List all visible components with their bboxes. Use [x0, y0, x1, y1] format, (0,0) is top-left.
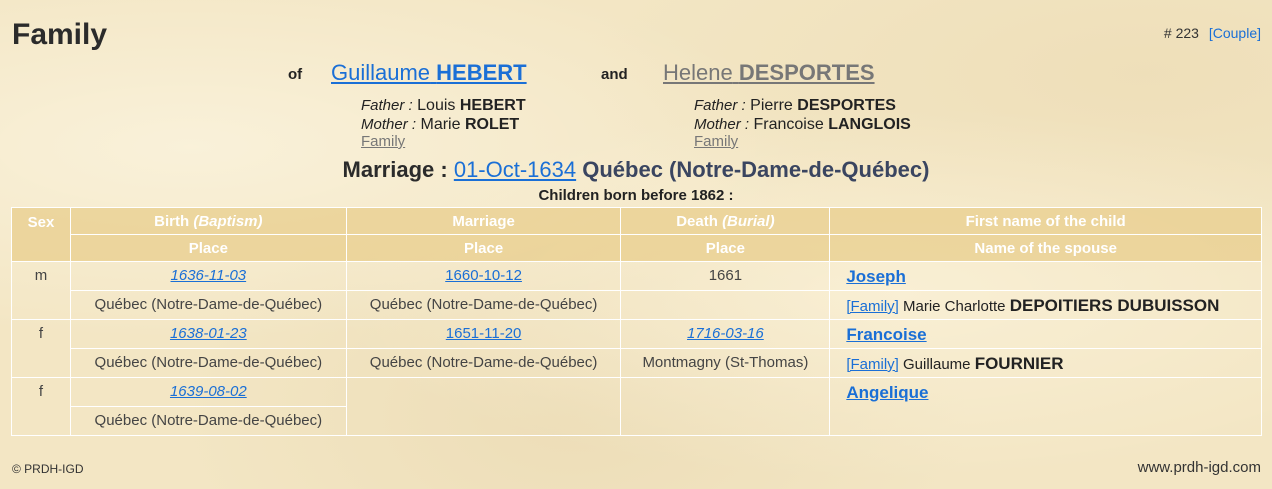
child-name-cell: Angelique [829, 377, 1262, 436]
birth-date-cell: 1636-11-03 [69, 261, 347, 291]
spouse-family-link[interactable]: [Family] [846, 356, 899, 373]
header-death: Death (Burial) [620, 207, 831, 235]
page-title: Family [12, 18, 108, 51]
marriage-empty-cell [345, 377, 622, 436]
death-empty-cell [620, 377, 831, 436]
marriage-date-cell: 1660-10-12 [345, 261, 622, 291]
marriage-date-cell: 1651-11-20 [345, 319, 622, 349]
child-sex: f [11, 377, 71, 436]
table-row: f 1639-08-02 Angelique [11, 377, 1262, 436]
birth-date-link[interactable]: 1639-08-02 [71, 378, 346, 400]
spouse-family-link[interactable]: [Family] [846, 298, 899, 315]
header-marriage-place: Place [345, 234, 622, 262]
table-row-detail: Québec (Notre-Dame-de-Québec) Québec (No… [12, 290, 1262, 320]
header-marriage: Marriage [345, 207, 622, 235]
child-name-link[interactable]: Joseph [846, 262, 1261, 287]
husband-link[interactable]: Guillaume HEBERT [331, 60, 527, 86]
child-name-cell: Joseph [829, 261, 1262, 291]
spouse-first-name: Marie Charlotte [902, 298, 1006, 315]
marriage-place: Québec (Notre-Dame-de-Québec) [345, 290, 622, 320]
birth-date-cell: 1639-08-02 [69, 377, 347, 407]
husband-parents-family-link[interactable]: Family [361, 134, 526, 149]
wife-first-name: Helene [663, 60, 733, 85]
header-first-name: First name of the child [829, 207, 1262, 235]
site-url: www.prdh-igd.com [1137, 459, 1261, 476]
wife-parents-family-link[interactable]: Family [694, 134, 911, 149]
birth-date-link[interactable]: 1636-11-03 [71, 262, 346, 284]
husband-last-name: HEBERT [436, 60, 527, 85]
husband-parents: Father : Louis HEBERT Mother : Marie ROL… [361, 96, 526, 149]
marriage-date-link[interactable]: 1651-11-20 [347, 320, 621, 342]
husband-first-name: Guillaume [331, 60, 431, 85]
table-row: f 1638-01-23 1651-11-20 1716-03-16 Franc… [11, 319, 1262, 378]
couple-link[interactable]: [Couple] [1209, 25, 1261, 41]
marriage-date-link[interactable]: 01-Oct-1634 [454, 157, 576, 182]
children-table: Sex Birth (Baptism) Marriage Death (Buri… [11, 207, 1262, 436]
wife-link[interactable]: Helene DESPORTES [663, 60, 875, 86]
spouses-row: of Guillaume HEBERT and Helene DESPORTES [0, 60, 1272, 90]
table-row: m 1636-11-03 1660-10-12 1661 Joseph [11, 261, 1262, 320]
death-date: 1661 [708, 267, 743, 284]
header-death-place: Place [620, 234, 831, 262]
birth-place: Québec (Notre-Dame-de-Québec) [69, 290, 347, 320]
spouse-last-name: DEPOITIERS DUBUISSON [1009, 296, 1220, 315]
marriage-info: Marriage : 01-Oct-1634 Québec (Notre-Dam… [0, 157, 1272, 183]
header-spouse: Name of the spouse [829, 234, 1262, 262]
child-sex: f [11, 319, 71, 378]
death-date-link[interactable]: 1716-03-16 [621, 320, 829, 342]
wife-mother: Mother : Francoise LANGLOIS [694, 116, 911, 133]
header-sex: Sex [11, 207, 71, 262]
of-label: of [288, 66, 303, 83]
children-caption: Children born before 1862 : [538, 187, 734, 204]
birth-place: Québec (Notre-Dame-de-Québec) [69, 406, 347, 436]
table-header-row: Sex Birth (Baptism) Marriage Death (Buri… [11, 207, 1262, 262]
husband-father: Father : Louis HEBERT [361, 97, 526, 114]
death-date-cell: 1716-03-16 [620, 319, 831, 349]
spouse-last-name: FOURNIER [974, 354, 1064, 373]
birth-place: Québec (Notre-Dame-de-Québec) [69, 348, 347, 378]
and-label: and [601, 66, 628, 83]
child-sex: m [11, 261, 71, 320]
wife-father: Father : Pierre DESPORTES [694, 97, 896, 114]
record-info: # 223 [Couple] [1164, 25, 1261, 41]
birth-date-cell: 1638-01-23 [69, 319, 347, 349]
death-date-cell: 1661 [620, 261, 831, 291]
wife-parents: Father : Pierre DESPORTES Mother : Franc… [694, 96, 911, 149]
table-subheader-row: Place Place Place Name of the spouse [12, 234, 1262, 262]
spouse-cell: [Family] Guillaume FOURNIER [829, 348, 1262, 378]
child-name-link[interactable]: Francoise [846, 320, 1261, 345]
record-number: # 223 [1163, 25, 1199, 41]
spouse-cell: [Family] Marie Charlotte DEPOITIERS DUBU… [829, 290, 1262, 320]
marriage-date-link[interactable]: 1660-10-12 [347, 262, 621, 284]
death-place: Montmagny (St-Thomas) [620, 348, 831, 378]
header-birth-place: Place [69, 234, 347, 262]
marriage-place: Québec (Notre-Dame-de-Québec) [345, 348, 622, 378]
child-name-cell: Francoise [829, 319, 1262, 349]
birth-date-link[interactable]: 1638-01-23 [71, 320, 346, 342]
husband-mother: Mother : Marie ROLET [361, 116, 520, 133]
spouse-first-name: Guillaume [902, 356, 971, 373]
copyright: © PRDH-IGD [12, 462, 84, 476]
marriage-place: Québec (Notre-Dame-de-Québec) [582, 157, 930, 182]
header-birth: Birth (Baptism) [69, 207, 347, 235]
death-place [620, 290, 831, 320]
child-name-link[interactable]: Angelique [846, 378, 1261, 403]
marriage-label: Marriage : [342, 157, 448, 182]
wife-last-name: DESPORTES [738, 60, 875, 85]
table-row-detail: Québec (Notre-Dame-de-Québec) Québec (No… [12, 348, 1262, 378]
